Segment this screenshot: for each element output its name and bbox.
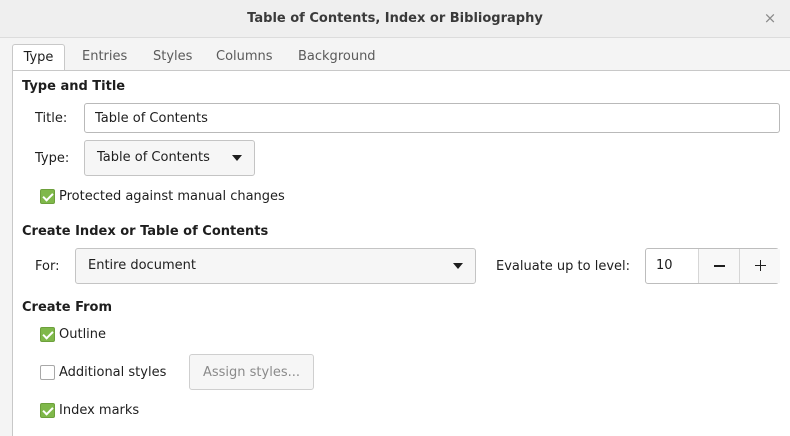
level-decrement-button[interactable] xyxy=(698,249,739,283)
level-value[interactable]: 10 xyxy=(646,249,698,283)
chevron-down-icon xyxy=(453,263,463,269)
level-spinbox: 10 xyxy=(645,248,780,284)
section-create-from: Create From xyxy=(22,300,113,315)
title-input[interactable] xyxy=(84,103,780,133)
level-increment-button[interactable] xyxy=(739,249,780,283)
dialog-titlebar: Table of Contents, Index or Bibliography… xyxy=(0,0,790,38)
protected-label: Protected against manual changes xyxy=(59,189,285,204)
for-dropdown[interactable]: Entire document xyxy=(75,248,476,284)
tab-styles[interactable]: Styles xyxy=(153,44,192,71)
section-create-index: Create Index or Table of Contents xyxy=(22,224,269,239)
tab-columns[interactable]: Columns xyxy=(216,44,273,71)
type-label: Type: xyxy=(35,151,70,166)
type-dropdown-value: Table of Contents xyxy=(97,150,210,165)
title-label: Title: xyxy=(35,111,68,126)
assign-styles-button[interactable]: Assign styles... xyxy=(189,354,314,390)
minus-icon xyxy=(714,265,725,267)
tab-background[interactable]: Background xyxy=(298,44,376,71)
section-type-and-title: Type and Title xyxy=(22,79,126,94)
chevron-down-icon xyxy=(232,155,242,161)
tab-entries[interactable]: Entries xyxy=(82,44,127,71)
tab-type[interactable]: Type xyxy=(12,44,65,71)
index-marks-label: Index marks xyxy=(59,403,140,418)
additional-styles-checkbox[interactable] xyxy=(40,365,55,380)
outline-checkbox[interactable] xyxy=(40,327,55,342)
dialog-title: Table of Contents, Index or Bibliography xyxy=(247,11,543,26)
protected-checkbox[interactable] xyxy=(40,189,55,204)
for-label: For: xyxy=(35,259,60,274)
type-dropdown[interactable]: Table of Contents xyxy=(84,140,255,176)
index-marks-checkbox[interactable] xyxy=(40,403,55,418)
for-dropdown-value: Entire document xyxy=(88,258,196,273)
additional-styles-label: Additional styles xyxy=(59,365,167,380)
evaluate-level-label: Evaluate up to level: xyxy=(496,259,631,274)
close-icon[interactable]: × xyxy=(760,8,780,28)
outline-label: Outline xyxy=(59,327,107,342)
